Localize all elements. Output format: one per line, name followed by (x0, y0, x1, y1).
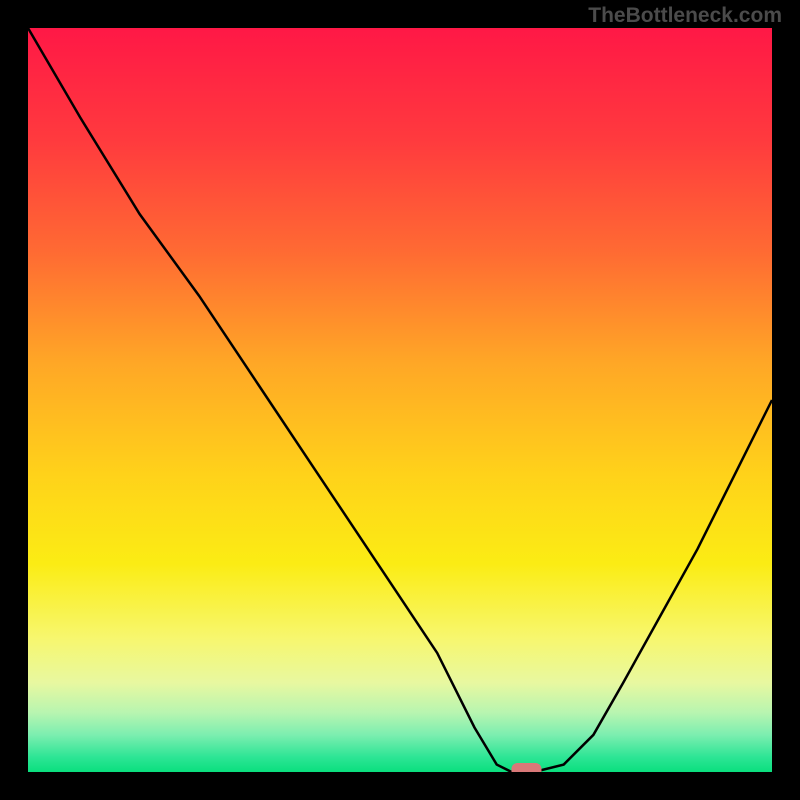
plot-background (28, 28, 772, 772)
bottleneck-chart (0, 0, 800, 800)
chart-svg (0, 0, 800, 800)
watermark-text: TheBottleneck.com (588, 4, 782, 28)
